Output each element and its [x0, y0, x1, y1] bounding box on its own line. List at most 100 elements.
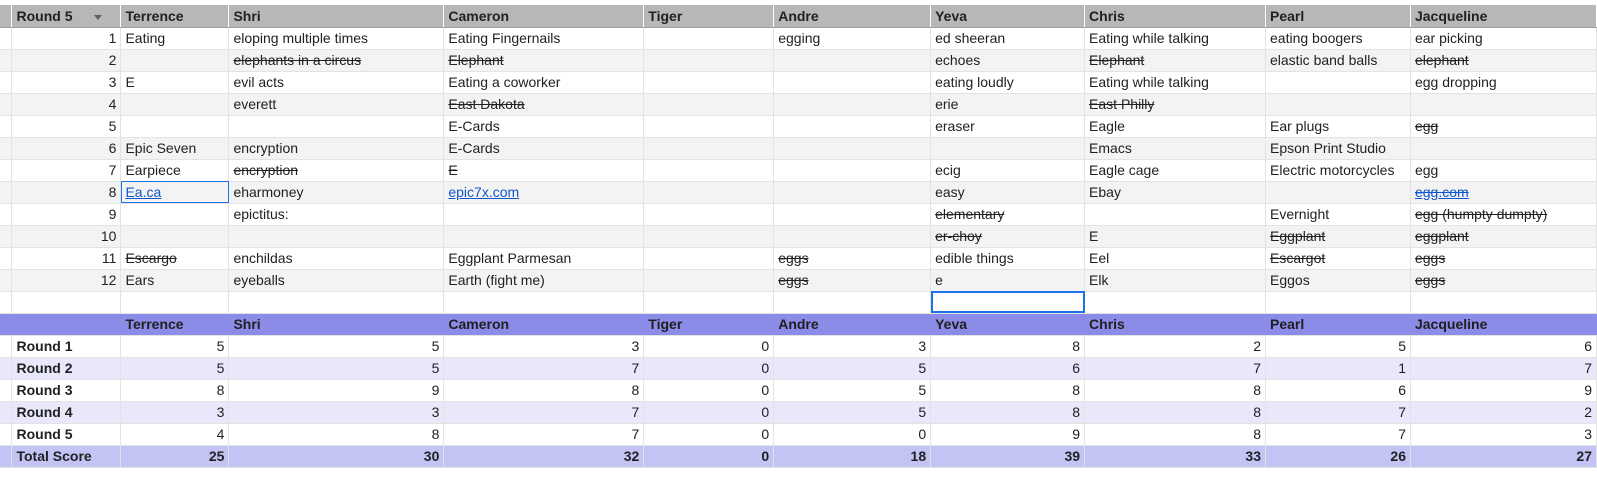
- score-header-andre[interactable]: Andre: [773, 313, 932, 336]
- score-cell[interactable]: 5: [228, 357, 445, 380]
- column-header-pearl[interactable]: Pearl: [1265, 5, 1411, 28]
- row-number[interactable]: 12: [11, 269, 122, 292]
- answer-cell[interactable]: [1410, 137, 1597, 160]
- row-number[interactable]: 2: [11, 49, 122, 72]
- score-cell[interactable]: 0: [643, 379, 775, 402]
- answer-cell[interactable]: [228, 115, 445, 138]
- score-cell[interactable]: 7: [443, 357, 645, 380]
- score-header-pearl[interactable]: Pearl: [1265, 313, 1411, 336]
- answer-cell[interactable]: Eagle cage: [1084, 159, 1266, 182]
- score-row-label[interactable]: Round 4: [11, 401, 122, 424]
- score-cell[interactable]: 26: [1265, 445, 1411, 468]
- empty-cell[interactable]: [1410, 291, 1597, 314]
- score-cell[interactable]: 3: [228, 401, 445, 424]
- answer-cell[interactable]: epic7x.com: [443, 181, 645, 204]
- score-cell[interactable]: 8: [1084, 401, 1266, 424]
- answer-cell[interactable]: [773, 225, 932, 248]
- answer-cell[interactable]: eraser: [930, 115, 1086, 138]
- answer-cell[interactable]: East Dakota: [443, 93, 645, 116]
- empty-cell[interactable]: [1084, 291, 1266, 314]
- empty-cell[interactable]: [11, 291, 122, 314]
- score-header-corner[interactable]: [11, 313, 122, 336]
- answer-cell[interactable]: [120, 203, 230, 226]
- score-cell[interactable]: 39: [930, 445, 1086, 468]
- score-cell[interactable]: 1: [1265, 357, 1411, 380]
- answer-cell[interactable]: [120, 93, 230, 116]
- answer-cell[interactable]: Ebay: [1084, 181, 1266, 204]
- score-cell[interactable]: 0: [643, 357, 775, 380]
- empty-cell[interactable]: [120, 291, 230, 314]
- score-cell[interactable]: 5: [120, 335, 230, 358]
- answer-cell[interactable]: Ear plugs: [1265, 115, 1411, 138]
- score-cell[interactable]: 7: [443, 401, 645, 424]
- answer-cell[interactable]: easy: [930, 181, 1086, 204]
- score-cell[interactable]: 3: [1410, 423, 1597, 446]
- column-header-shri[interactable]: Shri: [228, 5, 445, 28]
- score-cell[interactable]: 7: [1265, 401, 1411, 424]
- answer-cell[interactable]: [773, 159, 932, 182]
- answer-cell[interactable]: Earth (fight me): [443, 269, 645, 292]
- filter-dropdown-icon[interactable]: [94, 14, 103, 20]
- row-header-stub[interactable]: [0, 401, 13, 424]
- answer-cell[interactable]: erie: [930, 93, 1086, 116]
- score-cell[interactable]: 9: [930, 423, 1086, 446]
- answer-cell[interactable]: ed sheeran: [930, 27, 1086, 50]
- score-cell[interactable]: 0: [643, 401, 775, 424]
- row-header-stub[interactable]: [0, 159, 13, 182]
- answer-cell[interactable]: eggs: [773, 269, 932, 292]
- score-cell[interactable]: 0: [643, 423, 775, 446]
- answer-cell[interactable]: [930, 137, 1086, 160]
- score-cell[interactable]: 8: [930, 335, 1086, 358]
- answer-cell[interactable]: evil acts: [228, 71, 445, 94]
- answer-cell[interactable]: egg: [1410, 159, 1597, 182]
- score-header-tiger[interactable]: Tiger: [643, 313, 775, 336]
- answer-cell[interactable]: [228, 225, 445, 248]
- answer-cell[interactable]: elephant: [1410, 49, 1597, 72]
- answer-cell[interactable]: E: [120, 71, 230, 94]
- answer-cell[interactable]: [120, 115, 230, 138]
- answer-cell[interactable]: [643, 27, 775, 50]
- answer-cell[interactable]: [1265, 93, 1411, 116]
- row-header-stub[interactable]: [0, 93, 13, 116]
- score-header-shri[interactable]: Shri: [228, 313, 445, 336]
- answer-cell[interactable]: Eggplant Parmesan: [443, 247, 645, 270]
- column-header-round[interactable]: Round 5: [11, 5, 122, 28]
- score-row-label[interactable]: Round 2: [11, 357, 122, 380]
- answer-cell[interactable]: eating loudly: [930, 71, 1086, 94]
- score-cell[interactable]: 27: [1410, 445, 1597, 468]
- answer-cell[interactable]: eloping multiple times: [228, 27, 445, 50]
- row-header-stub[interactable]: [0, 203, 13, 226]
- score-header-chris[interactable]: Chris: [1084, 313, 1266, 336]
- row-header-stub[interactable]: [0, 291, 13, 314]
- answer-cell[interactable]: Escargo: [120, 247, 230, 270]
- answer-cell[interactable]: Ears: [120, 269, 230, 292]
- answer-cell[interactable]: [643, 269, 775, 292]
- answer-cell[interactable]: [643, 93, 775, 116]
- answer-cell[interactable]: Ea.ca: [120, 181, 230, 204]
- answer-cell[interactable]: [643, 115, 775, 138]
- score-row-label[interactable]: Round 3: [11, 379, 122, 402]
- answer-cell[interactable]: [773, 115, 932, 138]
- answer-cell[interactable]: Eel: [1084, 247, 1266, 270]
- answer-cell[interactable]: Escargot: [1265, 247, 1411, 270]
- row-header-stub[interactable]: [0, 445, 13, 468]
- score-cell[interactable]: 5: [120, 357, 230, 380]
- answer-cell[interactable]: [120, 225, 230, 248]
- score-cell[interactable]: 6: [930, 357, 1086, 380]
- answer-cell[interactable]: E-Cards: [443, 115, 645, 138]
- score-cell[interactable]: 5: [773, 379, 932, 402]
- score-cell[interactable]: 5: [773, 357, 932, 380]
- answer-cell[interactable]: e: [930, 269, 1086, 292]
- selected-cell[interactable]: [930, 291, 1086, 314]
- row-number[interactable]: 11: [11, 247, 122, 270]
- answer-cell[interactable]: E: [443, 159, 645, 182]
- score-cell[interactable]: 5: [773, 401, 932, 424]
- answer-cell[interactable]: [643, 225, 775, 248]
- row-number[interactable]: 5: [11, 115, 122, 138]
- answer-cell[interactable]: egg: [1410, 115, 1597, 138]
- score-cell[interactable]: 7: [1410, 357, 1597, 380]
- answer-cell[interactable]: [443, 225, 645, 248]
- answer-cell[interactable]: elephants in a circus: [228, 49, 445, 72]
- row-header-stub[interactable]: [0, 247, 13, 270]
- answer-cell[interactable]: elementary: [930, 203, 1086, 226]
